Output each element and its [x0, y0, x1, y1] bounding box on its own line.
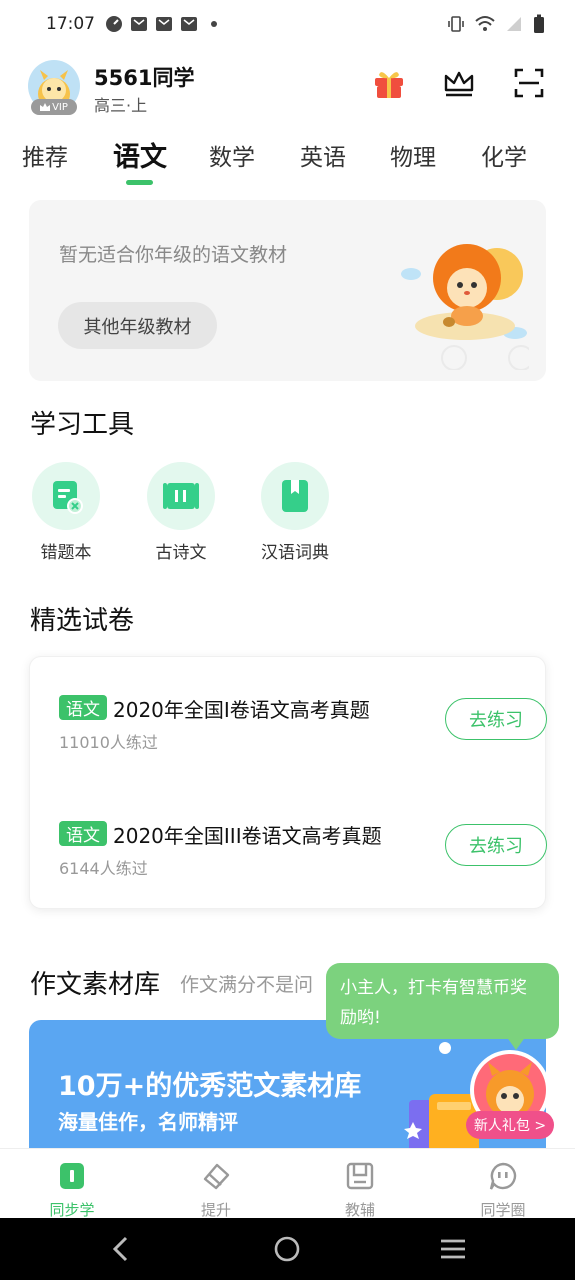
system-nav-bar: [0, 1218, 575, 1280]
essay-library-title: 作文素材库: [30, 970, 161, 1000]
poetry-scroll-icon: [163, 483, 199, 509]
eraser-icon: [203, 1163, 230, 1190]
dot-icon: [211, 21, 217, 27]
new-user-gift-button[interactable]: 新人礼包 >: [466, 1111, 554, 1139]
nav-label: 提升: [200, 1201, 231, 1219]
no-textbook-message: 暂无适合你年级的语文教材: [59, 244, 288, 266]
papers-card: 语文 2020年全国I卷语文高考真题 11010人练过 去练习 语文 2020年…: [29, 656, 547, 909]
sync-learn-icon: [60, 1163, 84, 1189]
paper-title: 2020年全国III卷语文高考真题: [113, 824, 382, 848]
nav-tutoring[interactable]: 教辅: [320, 1161, 400, 1220]
textbook-card: 暂无适合你年级的语文教材 其他年级教材: [29, 200, 546, 381]
essay-library-subtitle: 作文满分不是问: [180, 974, 314, 996]
mail-icon: [181, 17, 197, 31]
banner-subtitle: 海量佳作，名师精评: [58, 1110, 238, 1134]
small-crown-icon: [40, 103, 51, 111]
bubble-line-2: 励哟!: [340, 1008, 381, 1028]
scan-icon[interactable]: [512, 66, 546, 100]
tool-label: 汉语词典: [261, 543, 329, 563]
profile-header: 5561同学 高三·上: [0, 56, 575, 120]
vip-label: VIP: [52, 101, 68, 113]
other-grade-textbook-button[interactable]: 其他年级教材: [58, 302, 217, 349]
mail-icon: [156, 17, 172, 31]
gift-icon[interactable]: [372, 66, 406, 100]
status-bar: 17:07: [0, 0, 575, 48]
study-tools-title: 学习工具: [30, 410, 135, 440]
selected-papers-title: 精选试卷: [30, 606, 135, 636]
active-tab-indicator: [126, 180, 153, 185]
banner-title: 10万+的优秀范文素材库: [58, 1071, 362, 1102]
tab-recommend[interactable]: 推荐: [22, 138, 68, 172]
go-practice-button[interactable]: 去练习: [445, 824, 547, 866]
vip-badge: VIP: [31, 99, 77, 115]
tool-label: 错题本: [40, 543, 92, 563]
bubble-line-1: 小主人，打卡有智慧币奖: [340, 978, 527, 998]
subject-tabs: 推荐 语文 数学 英语 物理 化学: [0, 130, 575, 190]
squirrel-mascot-icon: [401, 244, 529, 370]
grade-label[interactable]: 高三·上: [94, 92, 147, 116]
tool-ancient-poetry[interactable]: 古诗文: [131, 462, 231, 563]
tool-dictionary[interactable]: 汉语词典: [245, 462, 345, 563]
tab-math[interactable]: 数学: [209, 138, 255, 172]
checkin-speech-bubble[interactable]: 小主人，打卡有智慧币奖 励哟!: [326, 963, 559, 1039]
home-icon[interactable]: [272, 1234, 302, 1264]
tab-chemistry[interactable]: 化学: [481, 138, 527, 172]
battery-icon: [534, 14, 544, 33]
tab-english[interactable]: 英语: [300, 138, 346, 172]
menu-icon[interactable]: [438, 1234, 468, 1264]
tutoring-book-icon: [346, 1162, 374, 1190]
tool-wrong-notebook[interactable]: 错题本: [16, 462, 116, 563]
signal-icon: [507, 17, 521, 31]
wifi-icon: [475, 16, 495, 31]
crown-icon[interactable]: [442, 66, 476, 100]
tool-label: 古诗文: [155, 543, 207, 563]
status-time: 17:07: [46, 14, 95, 34]
subject-tag: 语文: [59, 695, 107, 720]
tab-chinese[interactable]: 语文: [113, 135, 167, 174]
subject-tag: 语文: [59, 821, 107, 846]
chat-face-icon: [489, 1162, 517, 1190]
practice-count: 11010人练过: [59, 733, 158, 752]
nav-classmates[interactable]: 同学圈: [463, 1161, 543, 1220]
nav-label: 同学圈: [480, 1201, 526, 1219]
vibrate-icon: [448, 16, 464, 32]
go-practice-button[interactable]: 去练习: [445, 698, 547, 740]
speed-icon: [106, 16, 122, 32]
back-icon[interactable]: [106, 1234, 136, 1264]
username: 5561同学: [94, 66, 195, 90]
bottom-nav: 同步学 提升 教辅 同学圈: [0, 1148, 575, 1220]
nav-improve[interactable]: 提升: [176, 1161, 256, 1220]
tab-physics[interactable]: 物理: [390, 138, 436, 172]
paper-title: 2020年全国I卷语文高考真题: [113, 698, 370, 722]
list-item[interactable]: 语文 2020年全国III卷语文高考真题 6144人练过 去练习: [59, 821, 547, 881]
dictionary-icon: [282, 480, 308, 512]
mail-icon: [131, 17, 147, 31]
list-item[interactable]: 语文 2020年全国I卷语文高考真题 11010人练过 去练习: [59, 695, 547, 755]
nav-label: 教辅: [344, 1201, 375, 1219]
practice-count: 6144人练过: [59, 859, 148, 878]
nav-sync-learn[interactable]: 同步学: [32, 1161, 112, 1220]
wrong-notebook-icon: [53, 481, 83, 514]
nav-label: 同步学: [49, 1201, 95, 1219]
